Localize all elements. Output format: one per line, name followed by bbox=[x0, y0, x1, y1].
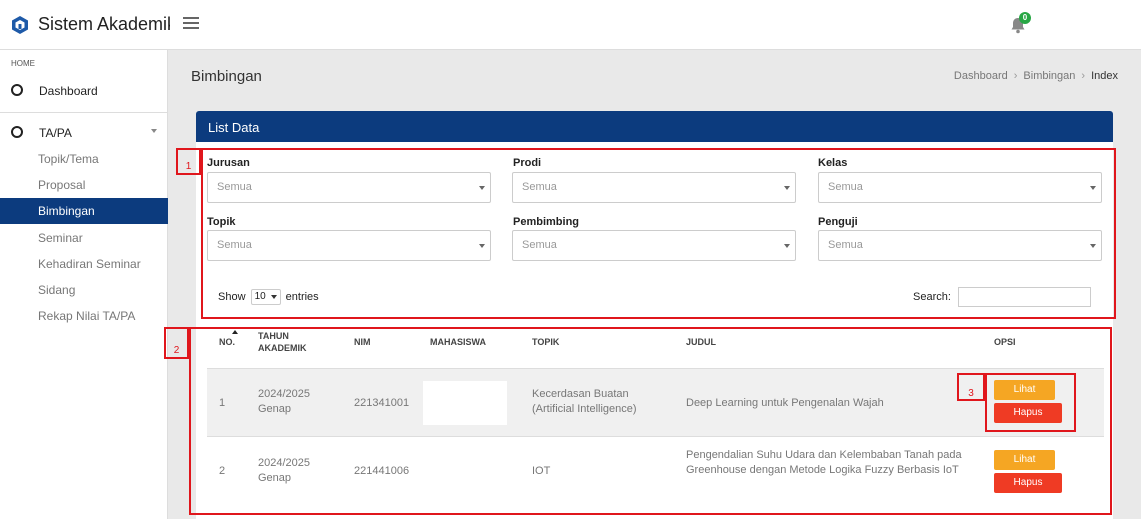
sidebar-item-label: TA/PA bbox=[39, 126, 72, 140]
sidebar-item-label: Rekap Nilai TA/PA bbox=[38, 309, 136, 323]
annotation-number: 1 bbox=[185, 161, 192, 172]
sidebar-item-seminar[interactable]: Seminar bbox=[0, 225, 168, 251]
sidebar-item-dashboard[interactable]: Dashboard bbox=[0, 78, 168, 104]
sidebar-item-label: Kehadiran Seminar bbox=[38, 257, 141, 271]
annotation-number: 2 bbox=[173, 345, 180, 356]
annotation-box-actions bbox=[985, 373, 1076, 432]
sidebar-item-label: Topik/Tema bbox=[38, 152, 99, 166]
app-title: Sistem Akademik bbox=[38, 14, 170, 34]
brand-logo-icon bbox=[12, 16, 28, 34]
sidebar-divider bbox=[0, 112, 168, 113]
page-title: Bimbingan bbox=[191, 68, 262, 85]
annotation-number: 3 bbox=[968, 388, 974, 399]
caret-down-icon bbox=[151, 129, 157, 133]
sidebar-item-proposal[interactable]: Proposal bbox=[0, 172, 168, 198]
sidebar-item-sidang[interactable]: Sidang bbox=[0, 277, 168, 303]
breadcrumb-link-dashboard[interactable]: Dashboard bbox=[954, 70, 1008, 82]
top-navbar: Sistem Akademik 0 bbox=[0, 0, 1141, 50]
sidebar-item-label: Proposal bbox=[38, 178, 86, 192]
breadcrumb-link-bimbingan[interactable]: Bimbingan bbox=[1023, 70, 1075, 82]
sidebar-section-header: HOME bbox=[11, 59, 35, 68]
sidebar-item-rekap-nilai[interactable]: Rekap Nilai TA/PA bbox=[0, 303, 168, 329]
chevron-right-icon: › bbox=[1081, 70, 1086, 82]
sidebar-item-label: Bimbingan bbox=[38, 204, 95, 218]
sidebar-item-bimbingan[interactable]: Bimbingan bbox=[0, 198, 168, 224]
sidebar-item-ta-pa[interactable]: TA/PA bbox=[0, 120, 168, 146]
sidebar-item-label: Sidang bbox=[38, 283, 76, 297]
circle-icon bbox=[11, 126, 23, 138]
sidebar-item-topik-tema[interactable]: Topik/Tema bbox=[0, 146, 168, 172]
card-title: List Data bbox=[208, 120, 260, 135]
breadcrumb: Dashboard › Bimbingan › Index bbox=[954, 70, 1118, 82]
notification-badge: 0 bbox=[1019, 12, 1031, 24]
annotation-box-filters bbox=[201, 148, 1116, 319]
sidebar: HOME Dashboard TA/PA Topik/Tema Proposal… bbox=[0, 50, 168, 519]
chevron-right-icon: › bbox=[1013, 70, 1018, 82]
sidebar-item-label: Seminar bbox=[38, 231, 83, 245]
breadcrumb-current: Index bbox=[1091, 70, 1118, 82]
hamburger-menu-icon[interactable] bbox=[183, 17, 199, 31]
annotation-box-table bbox=[189, 327, 1112, 515]
card-header: List Data bbox=[196, 111, 1113, 142]
circle-icon bbox=[11, 84, 23, 96]
sidebar-item-kehadiran-seminar[interactable]: Kehadiran Seminar bbox=[0, 251, 168, 277]
sidebar-item-label: Dashboard bbox=[39, 84, 98, 98]
